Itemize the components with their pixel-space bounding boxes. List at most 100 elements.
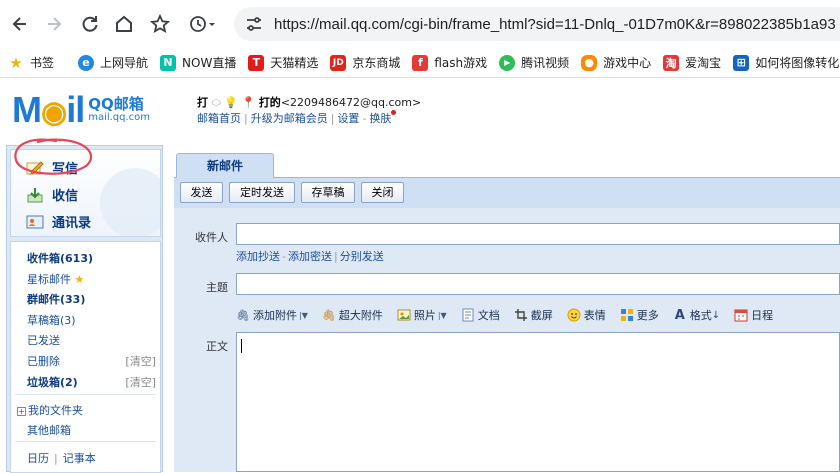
back-button[interactable]: [4, 8, 36, 40]
sidebar-item-label: 通讯录: [52, 216, 92, 231]
bookmark-label: 腾讯视频: [521, 56, 570, 70]
extension-history-icon: [190, 16, 215, 32]
pin-icon: 📍: [241, 96, 256, 109]
link-notes[interactable]: 记事本: [63, 452, 96, 465]
reload-button[interactable]: [74, 8, 106, 40]
jd-icon: JD: [330, 54, 347, 71]
separate-send-link[interactable]: 分别发送: [340, 250, 384, 263]
empty-spam-link[interactable]: [清空]: [125, 374, 156, 390]
send-button[interactable]: 发送: [180, 182, 223, 203]
bookmark-item-flash[interactable]: f flash游戏: [412, 54, 487, 71]
bookmark-item-tmall[interactable]: T 天猫精选: [248, 54, 318, 71]
tool-label: 照片: [413, 309, 436, 322]
bookmarks-bar: ★ 书签 e 上网导航 N NOW直播 T 天猫精选 JD 京东商城 f fla…: [0, 48, 840, 78]
bookmark-label: 书签: [30, 56, 55, 70]
logo-letter-m: M: [12, 88, 42, 130]
bookmark-item-shuqian[interactable]: ★ 书签: [8, 54, 55, 72]
link-calendar[interactable]: 日历: [27, 452, 49, 465]
home-icon: [116, 15, 132, 32]
home-button[interactable]: [108, 8, 140, 40]
screenshot-tool[interactable]: 截屏: [514, 307, 553, 323]
folder-inbox[interactable]: 收件箱(613): [27, 250, 93, 266]
folder-my-folders[interactable]: + 我的文件夹: [17, 402, 83, 418]
body-label: 正文: [206, 340, 228, 353]
folder-other-mail[interactable]: 其他邮箱: [27, 422, 71, 438]
link-divider: -: [282, 250, 286, 263]
subject-label: 主题: [206, 281, 228, 294]
photo-tool[interactable]: 照片 |▼: [397, 307, 447, 323]
close-button[interactable]: 关闭: [361, 182, 404, 203]
link-settings[interactable]: 设置: [337, 112, 359, 125]
dropdown-arrow-icon[interactable]: |▼: [438, 311, 447, 320]
sidebar-item-compose[interactable]: 写信: [26, 158, 78, 177]
bookmark-item-video[interactable]: ▶ 腾讯视频: [499, 54, 569, 71]
big-paperclip-icon: 🖇: [321, 308, 336, 322]
windows-icon: ⊞: [733, 54, 750, 71]
logo-brand: QQ邮箱: [88, 95, 144, 113]
expand-plus-icon[interactable]: +: [17, 406, 26, 416]
bookmark-item-taobao[interactable]: 淘 爱淘宝: [663, 54, 721, 71]
folder-group[interactable]: 群邮件(33): [27, 291, 85, 307]
doc-tool[interactable]: 文档: [461, 307, 500, 323]
logo-domain: mail.qq.com: [88, 112, 151, 123]
folder-deleted[interactable]: 已删除: [27, 353, 60, 369]
user-prefix: 打: [197, 96, 208, 109]
add-cc-link[interactable]: 添加抄送: [236, 250, 280, 263]
forward-button[interactable]: [38, 8, 70, 40]
mail-header: M◉il QQ邮箱 mail.qq.com 打 ⬭ 💡 📍 打的<2209486…: [0, 79, 840, 143]
link-mail-home[interactable]: 邮箱首页: [197, 112, 241, 125]
folder-sent[interactable]: 已发送: [27, 332, 60, 348]
url-text[interactable]: https://mail.qq.com/cgi-bin/frame_html?s…: [274, 16, 836, 33]
paperclip-icon: 🖇: [236, 308, 250, 322]
bulb-icon: 💡: [224, 96, 239, 109]
format-tool[interactable]: A 格式 ↓: [673, 307, 720, 323]
qq-mail-logo[interactable]: M◉il QQ邮箱 mail.qq.com: [12, 91, 151, 129]
notification-dot: [391, 110, 397, 115]
photo-icon: [397, 308, 411, 322]
star-outline-icon: [150, 14, 170, 34]
tool-label: 文档: [477, 309, 500, 322]
link-change-skin[interactable]: 换肤: [369, 112, 391, 125]
folder-drafts[interactable]: 草稿箱(3): [27, 312, 76, 328]
folder-my-folders-label: 我的文件夹: [28, 404, 83, 417]
tab-new-mail[interactable]: 新邮件: [176, 153, 274, 179]
folder-starred[interactable]: 星标邮件 ★: [27, 271, 84, 287]
tool-label: 更多: [636, 309, 659, 322]
compose-panel: 新邮件 发送 定时发送 存草稿 关闭 收件人 添加抄送 - 添加密送 | 分别发送 主题…: [174, 150, 840, 472]
tool-label: 表情: [583, 309, 606, 322]
bookmark-label: 天猫精选: [270, 56, 319, 70]
inbox-download-icon: [27, 187, 43, 202]
sidebar-item-contacts[interactable]: 通讯录: [26, 212, 91, 231]
bookmark-item-games[interactable]: ● 游戏中心: [581, 54, 651, 71]
bookmark-item-jd[interactable]: JD 京东商城: [330, 54, 400, 71]
link-upgrade-vip[interactable]: 升级为邮箱会员: [251, 112, 328, 125]
smiley-icon: [567, 308, 581, 322]
scheduled-send-button[interactable]: 定时发送: [229, 182, 295, 203]
folder-spam[interactable]: 垃圾箱(2): [27, 374, 78, 390]
add-bcc-link[interactable]: 添加密送: [288, 250, 332, 263]
schedule-tool[interactable]: 日程: [734, 307, 773, 323]
more-tool[interactable]: 更多: [620, 307, 659, 323]
bookmark-star-button[interactable]: [144, 8, 176, 40]
emoji-tool[interactable]: 表情: [567, 307, 606, 323]
bookmark-item-nav[interactable]: e 上网导航: [78, 54, 148, 71]
to-input[interactable]: [236, 223, 840, 245]
tool-label: 日程: [751, 309, 774, 322]
site-info-icon[interactable]: [244, 14, 264, 34]
compose-form: 收件人 添加抄送 - 添加密送 | 分别发送 主题 🖇 添加附件 |▼ 🖇 超大附件 照…: [174, 208, 840, 472]
user-links: 邮箱首页 | 升级为邮箱会员 | 设置 - 换肤: [197, 110, 397, 126]
save-draft-button[interactable]: 存草稿: [301, 182, 355, 203]
bookmark-item-now[interactable]: N NOW直播: [160, 54, 236, 71]
bookmark-item-howto[interactable]: ⊞ 如何将图像转化为: [733, 54, 840, 71]
sidebar-item-receive[interactable]: 收信: [26, 185, 78, 204]
folder-divider: [15, 394, 156, 395]
empty-deleted-link[interactable]: [清空]: [125, 353, 156, 369]
body-editor[interactable]: [236, 332, 840, 472]
attach-tool[interactable]: 🖇 添加附件 |▼: [236, 307, 308, 323]
big-attach-tool[interactable]: 🖇 超大附件: [322, 307, 383, 323]
address-bar[interactable]: https://mail.qq.com/cgi-bin/frame_html?s…: [234, 7, 840, 41]
extension-button[interactable]: [182, 8, 222, 40]
to-label: 收件人: [195, 231, 228, 244]
subject-input[interactable]: [236, 273, 840, 295]
dropdown-arrow-icon[interactable]: |▼: [299, 311, 308, 320]
